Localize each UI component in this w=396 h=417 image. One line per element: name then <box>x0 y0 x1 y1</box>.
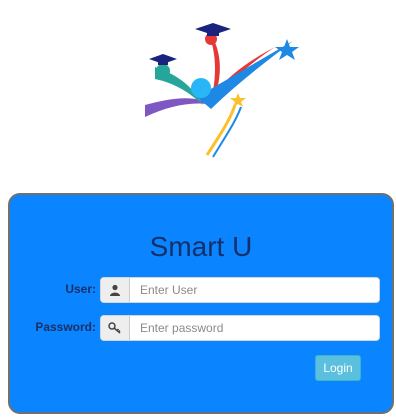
login-panel: Smart U User: Password: <box>8 193 394 414</box>
user-field-group <box>100 277 380 303</box>
app-title: Smart U <box>149 231 253 262</box>
key-icon <box>101 316 130 340</box>
user-row: User: <box>10 277 392 303</box>
user-input[interactable] <box>130 278 379 302</box>
login-button[interactable]: Login <box>315 355 361 381</box>
user-icon <box>101 278 130 302</box>
password-label: Password: <box>35 320 96 334</box>
login-page: Smart U User: Password: <box>0 0 396 417</box>
user-label: User: <box>65 282 96 296</box>
password-input[interactable] <box>130 316 379 340</box>
logo <box>135 5 305 170</box>
password-row: Password: <box>10 315 392 341</box>
password-field-group <box>100 315 380 341</box>
